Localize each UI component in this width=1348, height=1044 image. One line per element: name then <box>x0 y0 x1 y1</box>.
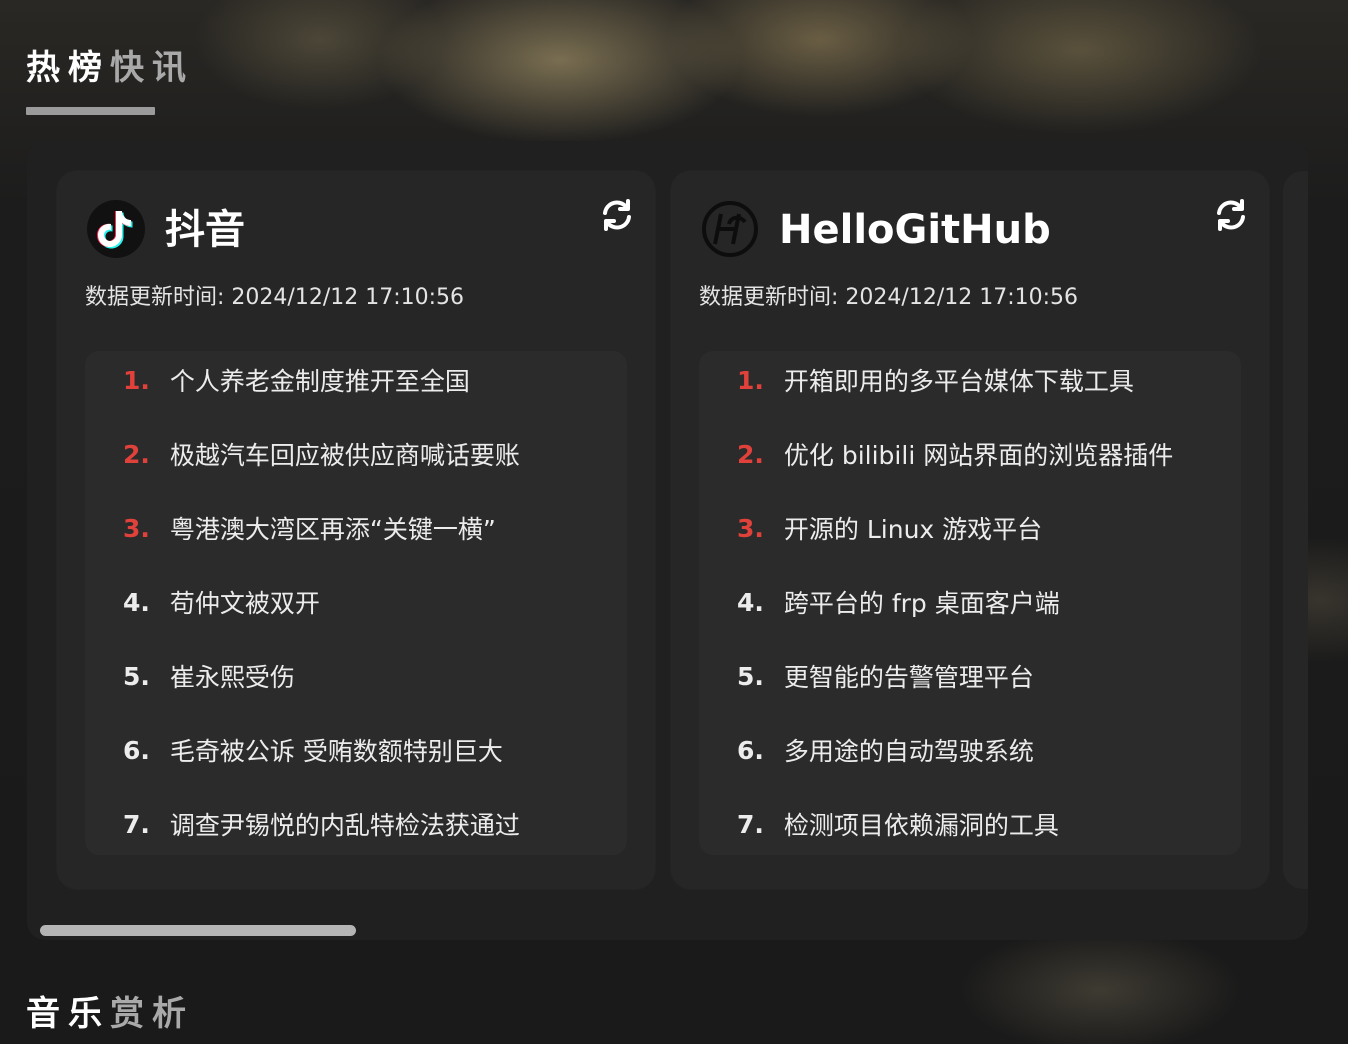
rank-number: 4. <box>737 587 764 617</box>
rank-number: 7. <box>737 809 764 839</box>
list-item[interactable]: 3. 粤港澳大湾区再添“关键一横” <box>123 508 496 548</box>
rank-number: 5. <box>737 661 764 691</box>
list-item[interactable]: 5. 更智能的告警管理平台 <box>737 656 1034 696</box>
list-item[interactable]: 4. 跨平台的 frp 桌面客户端 <box>737 582 1060 622</box>
list-item[interactable]: 7. 调查尹锡悦的内乱特检法获通过 <box>123 804 520 844</box>
item-title[interactable]: 个人养老金制度推开至全国 <box>170 362 470 398</box>
list-item[interactable]: 6. 毛奇被公诉 受贿数额特别巨大 <box>123 730 503 770</box>
list-item[interactable]: 1. 个人养老金制度推开至全国 <box>123 360 470 400</box>
item-title[interactable]: 极越汽车回应被供应商喊话要账 <box>170 436 520 472</box>
refresh-icon[interactable] <box>599 197 635 233</box>
update-value: 2024/12/12 17:10:56 <box>845 285 1079 310</box>
list-item[interactable]: 2. 优化 bilibili 网站界面的浏览器插件 <box>737 434 1173 474</box>
hot-list: 1. 个人养老金制度推开至全国 2. 极越汽车回应被供应商喊话要账 3. 粤港澳大湾区… <box>85 351 627 855</box>
rank-number: 3. <box>737 513 764 543</box>
section-title-soft: 赏析 <box>110 994 194 1034</box>
hotlist-card-hellogithub: HelloGitHub 数据更新时间: 2024/12/12 17:10:56 … <box>671 171 1269 889</box>
tiktok-icon <box>87 200 145 258</box>
item-title[interactable]: 跨平台的 frp 桌面客户端 <box>784 584 1060 620</box>
rank-number: 7. <box>123 809 150 839</box>
refresh-icon[interactable] <box>1213 197 1249 233</box>
rank-number: 2. <box>123 439 150 469</box>
list-item[interactable]: 3. 开源的 Linux 游戏平台 <box>737 508 1042 548</box>
rank-number: 4. <box>123 587 150 617</box>
hellogithub-icon <box>701 200 759 258</box>
card-title: 抖音 <box>165 207 245 253</box>
list-item[interactable]: 2. 极越汽车回应被供应商喊话要账 <box>123 434 520 474</box>
item-title[interactable]: 检测项目依赖漏洞的工具 <box>784 806 1059 842</box>
item-title[interactable]: 毛奇被公诉 受贿数额特别巨大 <box>170 732 503 768</box>
rank-number: 6. <box>737 735 764 765</box>
list-item[interactable]: 1. 开箱即用的多平台媒体下载工具 <box>737 360 1134 400</box>
list-item[interactable]: 5. 崔永熙受伤 <box>123 656 295 696</box>
item-title[interactable]: 多用途的自动驾驶系统 <box>784 732 1034 768</box>
update-label: 数据更新时间: <box>85 285 225 310</box>
rank-number: 2. <box>737 439 764 469</box>
hot-list: 1. 开箱即用的多平台媒体下载工具 2. 优化 bilibili 网站界面的浏览器插… <box>699 351 1241 855</box>
update-time: 数据更新时间: 2024/12/12 17:10:56 <box>85 279 464 311</box>
section-title-hot: 热榜快讯 <box>26 40 194 89</box>
rank-number: 6. <box>123 735 150 765</box>
card-title: HelloGitHub <box>779 207 1051 253</box>
hotlist-card-partial <box>1283 171 1308 889</box>
rank-number: 3. <box>123 513 150 543</box>
item-title[interactable]: 苟仲文被双开 <box>170 584 320 620</box>
list-item[interactable]: 6. 多用途的自动驾驶系统 <box>737 730 1034 770</box>
section-title-soft: 快讯 <box>110 48 194 88</box>
rank-number: 5. <box>123 661 150 691</box>
item-title[interactable]: 更智能的告警管理平台 <box>784 658 1034 694</box>
rank-number: 1. <box>737 365 764 395</box>
section-title-music: 音乐赏析 <box>26 986 194 1035</box>
item-title[interactable]: 开源的 Linux 游戏平台 <box>784 510 1042 546</box>
update-time: 数据更新时间: 2024/12/12 17:10:56 <box>699 279 1078 311</box>
section-title-strong: 音乐 <box>26 994 110 1034</box>
update-label: 数据更新时间: <box>699 285 839 310</box>
section-title-underline <box>26 107 155 115</box>
update-value: 2024/12/12 17:10:56 <box>231 285 465 310</box>
list-item[interactable]: 7. 检测项目依赖漏洞的工具 <box>737 804 1059 844</box>
section-title-strong: 热榜 <box>26 48 110 88</box>
item-title[interactable]: 开箱即用的多平台媒体下载工具 <box>784 362 1134 398</box>
horizontal-scrollbar[interactable] <box>40 925 356 936</box>
hotlist-panel[interactable]: 抖音 数据更新时间: 2024/12/12 17:10:56 1. 个人养老金制度… <box>27 141 1308 940</box>
hotlist-card-douyin: 抖音 数据更新时间: 2024/12/12 17:10:56 1. 个人养老金制度… <box>57 171 655 889</box>
item-title[interactable]: 调查尹锡悦的内乱特检法获通过 <box>170 806 520 842</box>
list-item[interactable]: 4. 苟仲文被双开 <box>123 582 320 622</box>
item-title[interactable]: 粤港澳大湾区再添“关键一横” <box>170 510 496 546</box>
item-title[interactable]: 优化 bilibili 网站界面的浏览器插件 <box>784 436 1173 472</box>
rank-number: 1. <box>123 365 150 395</box>
item-title[interactable]: 崔永熙受伤 <box>170 658 295 694</box>
